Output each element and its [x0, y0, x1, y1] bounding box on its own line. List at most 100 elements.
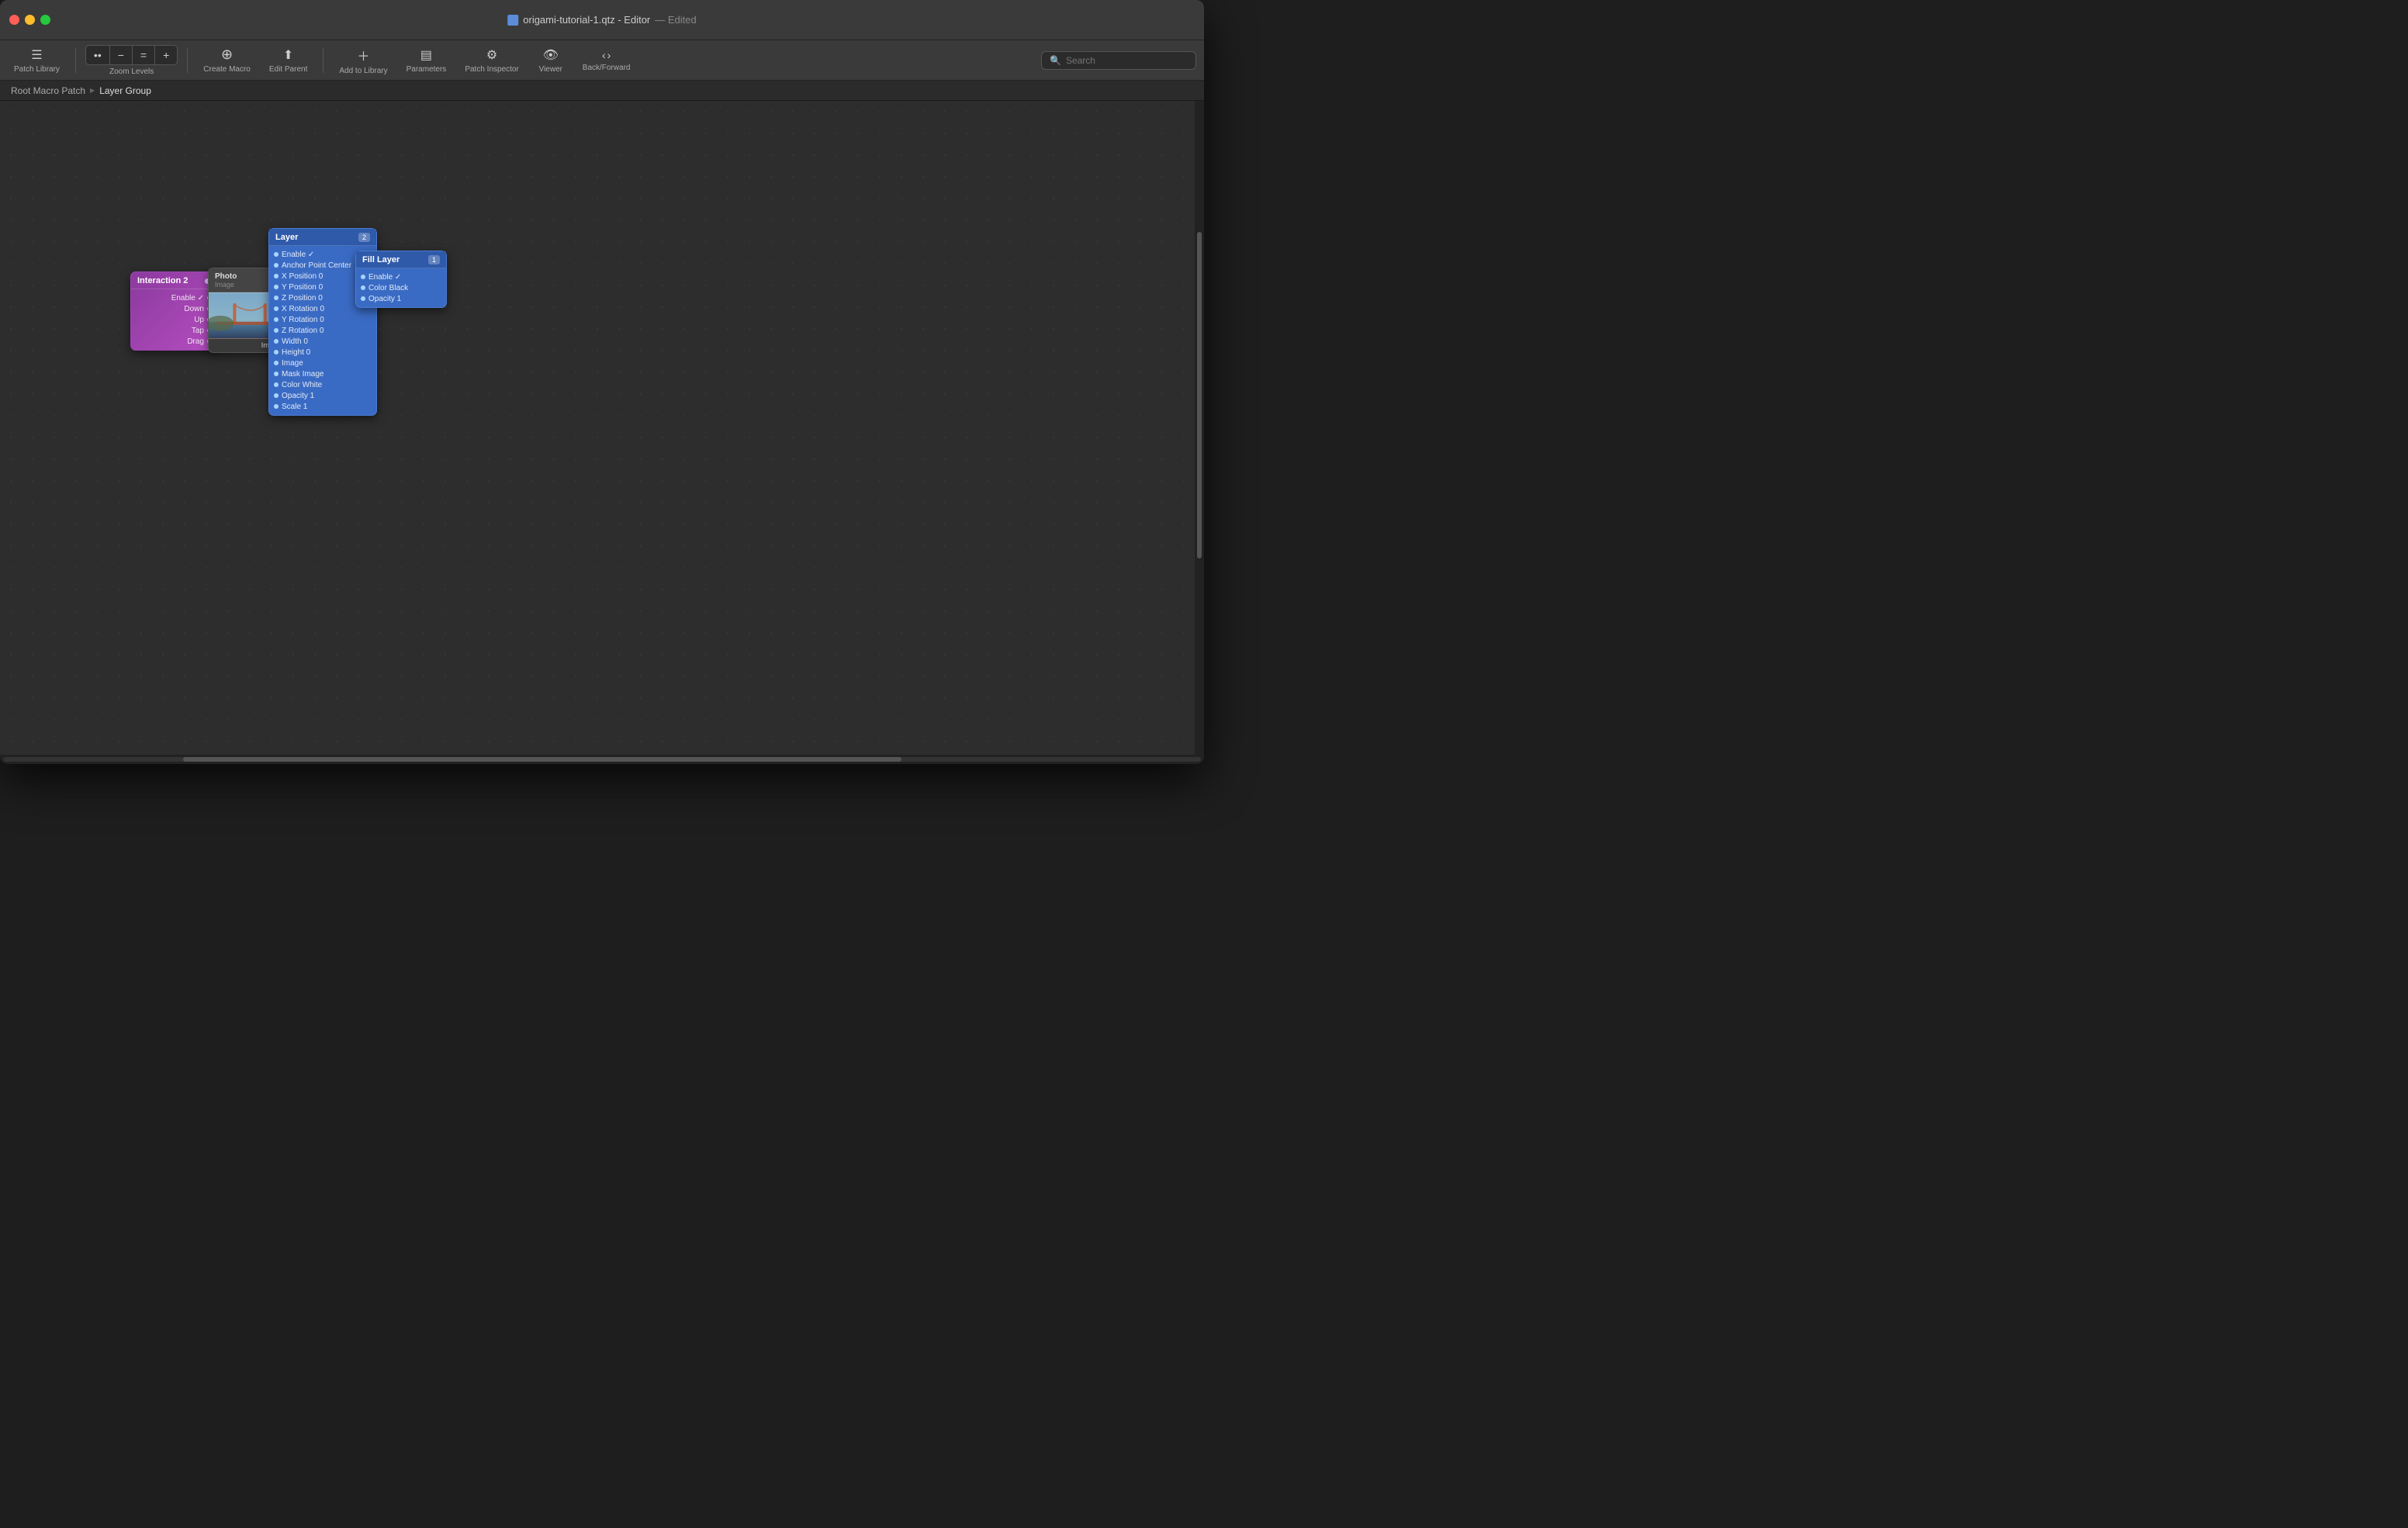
plus-icon: ⊕ — [221, 47, 233, 63]
port-dot — [274, 328, 279, 333]
port-image: Image — [274, 358, 372, 368]
port-dot — [361, 296, 365, 301]
up-arrow-icon: ⬆ — [283, 47, 293, 63]
minimize-button[interactable] — [25, 15, 35, 25]
node-fill-layer[interactable]: Fill Layer 1 Enable ✓ Color Black Opacit… — [355, 251, 447, 308]
maximize-button[interactable] — [40, 15, 50, 25]
port-mask: Mask Image — [274, 368, 372, 379]
port-height: Height 0 — [274, 347, 372, 358]
back-forward-button[interactable]: ‹ › Back/Forward — [576, 46, 637, 75]
viewer-button[interactable]: 👁 Viewer — [531, 44, 570, 77]
edit-parent-label: Edit Parent — [269, 65, 307, 74]
port-dot — [361, 275, 365, 279]
connection-lines — [0, 101, 1204, 755]
horizontal-scrollbar[interactable] — [0, 755, 1204, 764]
node-fill-badge: 1 — [428, 255, 440, 264]
patch-inspector-label: Patch Inspector — [465, 65, 518, 74]
create-macro-label: Create Macro — [203, 65, 251, 74]
back-icon: ‹ — [602, 49, 606, 61]
window-title: origami-tutorial-1.qtz - Editor — [523, 14, 650, 26]
scrollbar-v-thumb[interactable] — [1197, 232, 1202, 559]
port-dot — [274, 274, 279, 278]
port-dot — [274, 306, 279, 311]
breadcrumb: Root Macro Patch ▶ Layer Group — [0, 81, 1204, 101]
scrollbar-track — [3, 757, 1201, 762]
parameters-label: Parameters — [407, 65, 447, 74]
zoom-equal-button[interactable]: = — [133, 46, 155, 64]
separator-2 — [187, 48, 188, 73]
list-icon: ☰ — [31, 47, 42, 63]
node-layer-badge: 2 — [358, 233, 370, 242]
breadcrumb-arrow: ▶ — [90, 87, 95, 94]
node-interaction2-body: Enable ✓ Down Up Tap Drag — [131, 289, 216, 350]
close-button[interactable] — [9, 15, 19, 25]
zoom-controls[interactable]: •• − = + — [85, 45, 178, 65]
node-interaction2-title: Interaction 2 — [137, 276, 188, 285]
parameters-icon: ▤ — [420, 47, 432, 63]
node-photo-subtitle: Image — [215, 281, 237, 289]
port-scale: Scale 1 — [274, 401, 372, 412]
port-drag: Drag — [136, 336, 212, 347]
zoom-minus-button[interactable]: − — [110, 46, 133, 64]
port-dot — [274, 361, 279, 365]
search-icon: 🔍 — [1050, 55, 1061, 66]
node-layer-title: Layer — [275, 233, 298, 242]
port-tap: Tap — [136, 325, 212, 336]
port-dot — [274, 393, 279, 398]
create-macro-button[interactable]: ⊕ Create Macro — [197, 43, 257, 77]
parameters-button[interactable]: ▤ Parameters — [400, 44, 453, 77]
port-dot — [274, 350, 279, 354]
port-dot — [274, 263, 279, 268]
file-icon — [507, 15, 518, 26]
port-down: Down — [136, 303, 212, 314]
add-to-library-button[interactable]: ＋ Add to Library — [333, 43, 393, 78]
add-icon: ＋ — [357, 46, 369, 64]
canvas[interactable]: Interaction 2 Enable ✓ Down Up Tap — [0, 101, 1204, 755]
separator-1 — [75, 48, 76, 73]
port-enable: Enable ✓ — [136, 292, 212, 303]
edit-parent-button[interactable]: ⬆ Edit Parent — [263, 44, 313, 77]
toolbar: ☰ Patch Library •• − = + Zoom Levels ⊕ C… — [0, 40, 1204, 81]
add-to-library-label: Add to Library — [339, 67, 387, 75]
patch-library-button[interactable]: ☰ Patch Library — [8, 44, 66, 77]
port-dot — [274, 339, 279, 344]
port-dot — [274, 252, 279, 257]
node-fill-body: Enable ✓ Color Black Opacity 1 — [356, 268, 446, 307]
zoom-label: Zoom Levels — [109, 67, 154, 76]
port-up: Up — [136, 314, 212, 325]
patch-library-label: Patch Library — [14, 65, 60, 74]
port-opacity: Opacity 1 — [274, 390, 372, 401]
inspector-icon: ⚙ — [486, 47, 497, 63]
search-box[interactable]: 🔍 — [1041, 51, 1196, 70]
breadcrumb-root[interactable]: Root Macro Patch — [11, 85, 85, 96]
port-fill-opacity: Opacity 1 — [361, 293, 441, 304]
zoom-expand-button[interactable]: •• — [86, 46, 110, 64]
traffic-lights — [9, 15, 50, 25]
port-dot — [361, 285, 365, 290]
port-dot — [274, 296, 279, 300]
node-fill-title: Fill Layer — [362, 255, 400, 264]
port-dot — [274, 372, 279, 376]
patch-inspector-button[interactable]: ⚙ Patch Inspector — [458, 44, 524, 77]
vertical-scrollbar[interactable] — [1195, 101, 1204, 755]
edited-label: — Edited — [655, 14, 696, 26]
search-input[interactable] — [1066, 55, 1188, 66]
port-color: Color White — [274, 379, 372, 390]
zoom-plus-button[interactable]: + — [155, 46, 177, 64]
breadcrumb-child: Layer Group — [99, 85, 151, 96]
port-dot — [274, 404, 279, 409]
node-layer-header: Layer 2 — [269, 229, 376, 246]
titlebar-title-area: origami-tutorial-1.qtz - Editor — Edited — [507, 14, 696, 26]
node-interaction2[interactable]: Interaction 2 Enable ✓ Down Up Tap — [130, 271, 217, 351]
port-dot — [274, 285, 279, 289]
app-window: origami-tutorial-1.qtz - Editor — Edited… — [0, 0, 1204, 764]
port-width: Width 0 — [274, 336, 372, 347]
back-forward-label: Back/Forward — [583, 64, 631, 72]
port-fill-color: Color Black — [361, 282, 441, 293]
port-yrot: Y Rotation 0 — [274, 314, 372, 325]
port-zrot: Z Rotation 0 — [274, 325, 372, 336]
forward-icon: › — [607, 49, 611, 61]
scrollbar-thumb[interactable] — [183, 757, 901, 762]
viewer-label: Viewer — [539, 65, 562, 74]
viewer-icon: 👁 — [543, 47, 559, 63]
